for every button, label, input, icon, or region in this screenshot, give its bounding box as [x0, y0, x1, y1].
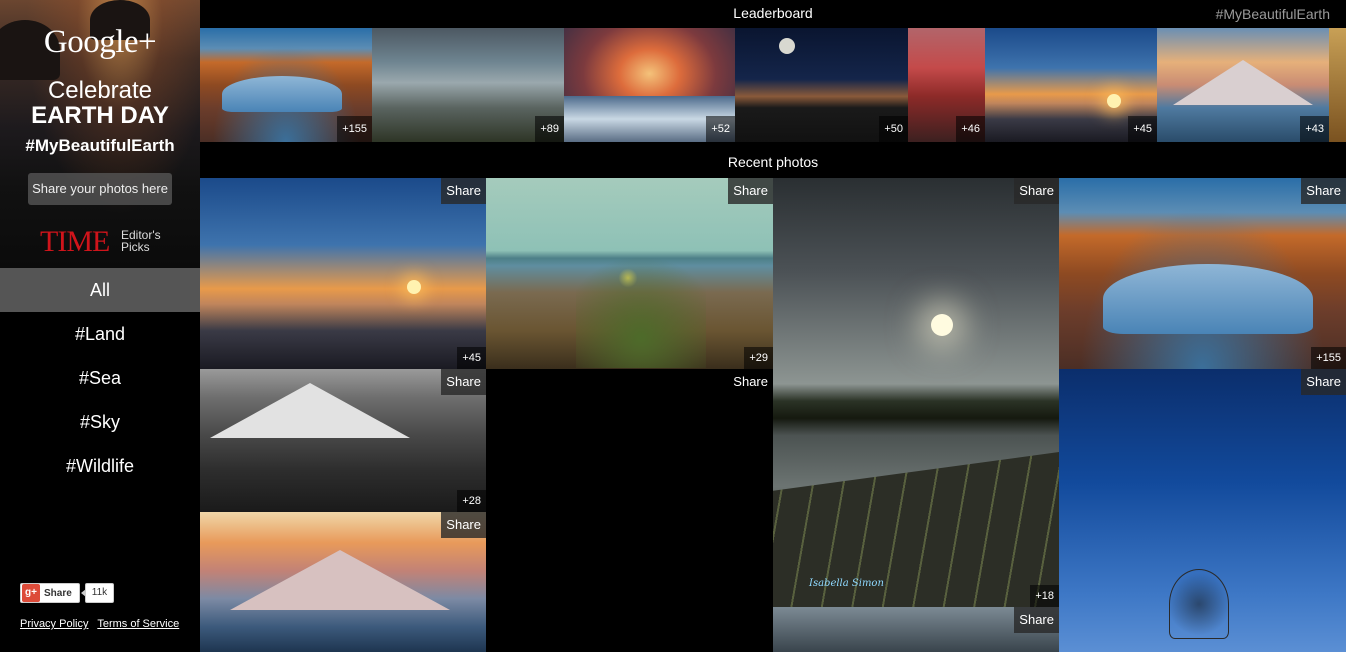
photo-tile[interactable]: Share [1059, 369, 1346, 652]
leaderboard-photo[interactable]: +46 [908, 28, 985, 142]
photo-credit-watermark: Isabella Simon [809, 578, 884, 589]
plus-count: +46 [956, 116, 985, 142]
editors-picks-link[interactable]: Editor's Picks [121, 229, 171, 253]
photo-tile[interactable]: Share +29 [486, 178, 773, 369]
sidebar: Google+ Celebrate EARTH DAY #MyBeautiful… [0, 0, 200, 652]
share-your-photos-button[interactable]: Share your photos here [28, 173, 172, 205]
main-content: Leaderboard #MyBeautifulEarth +155 +89 +… [200, 0, 1346, 652]
legal-links: Privacy Policy Terms of Service [20, 618, 185, 630]
plus-count: +155 [337, 116, 372, 142]
plus-count: +155 [1311, 347, 1346, 369]
leaderboard-photo[interactable] [1329, 28, 1346, 142]
header-hashtag[interactable]: #MyBeautifulEarth [1216, 6, 1330, 22]
gplus-icon: g+ [22, 584, 40, 602]
share-button[interactable]: Share [1014, 607, 1059, 633]
time-logo[interactable]: TIME [40, 225, 110, 259]
plus-count: +28 [457, 490, 486, 512]
plus-count: +45 [457, 347, 486, 369]
leaderboard-photo[interactable]: +52 [564, 28, 735, 142]
privacy-policy-link[interactable]: Privacy Policy [20, 618, 88, 630]
gplus-share-button[interactable]: g+ Share [20, 583, 80, 603]
plus-count: +89 [535, 116, 564, 142]
celebrate-heading: Celebrate [47, 77, 153, 104]
leaderboard-photo[interactable]: +50 [735, 28, 908, 142]
share-button[interactable]: Share [441, 178, 486, 204]
leaderboard-photo[interactable]: +43 [1157, 28, 1329, 142]
share-button[interactable]: Share [728, 178, 773, 204]
sun-icon [1107, 94, 1121, 108]
share-button[interactable]: Share [441, 369, 486, 395]
plus-count: +50 [879, 116, 908, 142]
google-plus-logo[interactable]: Google+ [0, 24, 200, 61]
photo-tile[interactable]: Share +45 [200, 178, 486, 369]
earth-day-heading: EARTH DAY [31, 102, 169, 129]
campaign-hashtag: #MyBeautifulEarth [25, 136, 175, 155]
share-button[interactable]: Share [441, 512, 486, 538]
nav-item-all[interactable]: All [0, 268, 200, 312]
nav-item-sea[interactable]: #Sea [0, 356, 200, 400]
category-nav: All #Land #Sea #Sky #Wildlife [0, 268, 200, 488]
nav-item-wildlife[interactable]: #Wildlife [0, 444, 200, 488]
leaderboard-photo[interactable]: +155 [200, 28, 372, 142]
nav-item-sky[interactable]: #Sky [0, 400, 200, 444]
plus-count: +43 [1300, 116, 1329, 142]
sun-icon [407, 280, 421, 294]
recent-photos-title: Recent photos [727, 154, 819, 170]
photo-tile[interactable]: Share [200, 512, 486, 652]
plus-count: +52 [706, 116, 735, 142]
leaderboard-title: Leaderboard [733, 5, 813, 21]
sun-icon [931, 314, 953, 336]
photo-tile[interactable]: Share +28 [200, 369, 486, 512]
share-button[interactable]: Share [728, 369, 773, 395]
share-count-bubble: 11k [80, 583, 115, 603]
gplus-share-widget: g+ Share 11k [20, 583, 115, 603]
plus-count: +18 [1030, 585, 1059, 607]
recent-photos-grid: Share +45 Share +28 Share Share +29 Shar… [200, 178, 1346, 652]
nav-item-land[interactable]: #Land [0, 312, 200, 356]
moon-icon [779, 38, 795, 54]
plus-count: +29 [744, 347, 773, 369]
photo-tile[interactable]: Share [486, 369, 773, 652]
share-button[interactable]: Share [1014, 178, 1059, 204]
leaderboard-photo[interactable]: +89 [372, 28, 564, 142]
photo-tile[interactable]: Share Isabella Simon +18 [773, 178, 1059, 607]
share-button[interactable]: Share [1301, 178, 1346, 204]
share-button[interactable]: Share [1301, 369, 1346, 395]
editors-picks-label: Editor's Picks [121, 228, 161, 254]
gplus-share-label: Share [44, 587, 72, 599]
photo-tile[interactable]: Share [773, 607, 1059, 652]
plus-count: +45 [1128, 116, 1157, 142]
terms-of-service-link[interactable]: Terms of Service [97, 618, 179, 630]
leaderboard-strip: +155 +89 +52 +50 +46 +45 +43 [200, 28, 1346, 142]
photo-tile[interactable]: Share +155 [1059, 178, 1346, 369]
leaderboard-photo[interactable]: +45 [985, 28, 1157, 142]
